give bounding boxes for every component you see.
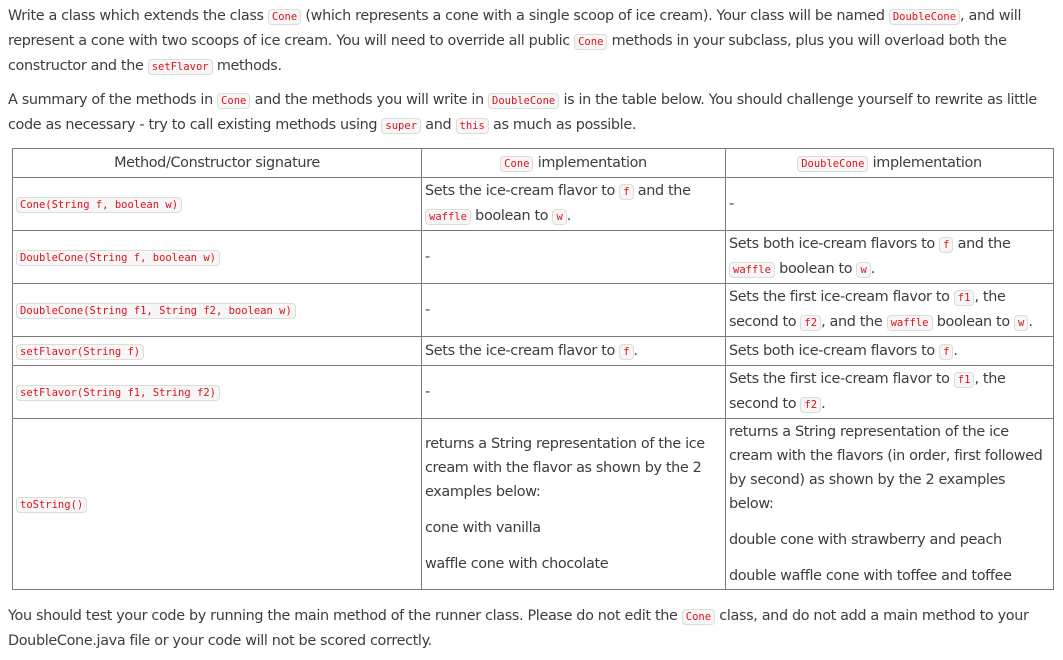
- doublecone-impl-cell: Sets both ice-cream flavors to f.: [725, 336, 1054, 366]
- doublecone-impl-cell: Sets both ice-cream flavors to f and the…: [725, 230, 1054, 284]
- code-cone: Cone: [267, 9, 302, 25]
- table-row: setFlavor(String f) Sets the ice-cream f…: [12, 336, 1054, 366]
- doublecone-impl-cell: Sets the first ice-cream flavor to f1, t…: [725, 365, 1054, 419]
- methods-summary-table: Method/Constructor signature Cone implem…: [12, 148, 1054, 590]
- code-setflavor: setFlavor: [147, 59, 213, 75]
- cone-impl-cell: Sets the ice-cream flavor to f.: [421, 336, 726, 366]
- example-output: double waffle cone with toffee and toffe…: [729, 568, 1012, 584]
- signature-cell: Cone(String f, boolean w): [12, 177, 422, 231]
- code-cone: Cone: [217, 93, 251, 109]
- table-row: toString() returns a String representati…: [12, 418, 1054, 590]
- cone-impl-cell: -: [421, 230, 726, 284]
- intro-paragraph-1: Write a class which extends the class Co…: [8, 8, 1022, 75]
- table-row: setFlavor(String f1, String f2) - Sets t…: [12, 365, 1054, 419]
- cone-impl-cell: -: [421, 283, 726, 337]
- cone-impl-cell: returns a String representation of the i…: [421, 418, 726, 590]
- code-cone: Cone: [574, 34, 608, 50]
- code-this: this: [455, 118, 489, 134]
- footer-paragraph: You should test your code by running the…: [8, 608, 1029, 649]
- signature-cell: setFlavor(String f1, String f2): [12, 365, 422, 419]
- doublecone-impl-cell: Sets the first ice-cream flavor to f1, t…: [725, 283, 1054, 337]
- header-cone-impl: Cone implementation: [421, 148, 726, 178]
- header-doublecone-impl: DoubleCone implementation: [725, 148, 1054, 178]
- code-super: super: [381, 118, 422, 134]
- example-output: cone with vanilla: [425, 520, 541, 536]
- example-output: double cone with strawberry and peach: [729, 532, 1002, 548]
- tostring-description: returns a String representation of the i…: [425, 436, 705, 500]
- cone-impl-cell: -: [421, 365, 726, 419]
- header-signature: Method/Constructor signature: [12, 148, 422, 178]
- doublecone-impl-cell: -: [725, 177, 1054, 231]
- table-row: DoubleCone(String f, boolean w) - Sets b…: [12, 230, 1054, 284]
- intro-paragraph-2: A summary of the methods in Cone and the…: [8, 92, 1037, 134]
- table-row: Cone(String f, boolean w) Sets the ice-c…: [12, 177, 1054, 231]
- example-output: waffle cone with chocolate: [425, 556, 609, 572]
- table-row: DoubleCone(String f1, String f2, boolean…: [12, 283, 1054, 337]
- signature-cell: DoubleCone(String f, boolean w): [12, 230, 422, 284]
- code-doublecone: DoubleCone: [488, 93, 560, 109]
- table-header-row: Method/Constructor signature Cone implem…: [12, 148, 1054, 178]
- tostring-description: returns a String representation of the i…: [729, 424, 1043, 512]
- code-cone: Cone: [681, 609, 716, 625]
- signature-cell: DoubleCone(String f1, String f2, boolean…: [12, 283, 422, 337]
- cone-impl-cell: Sets the ice-cream flavor to f and the w…: [421, 177, 726, 231]
- code-doublecone: DoubleCone: [888, 9, 961, 25]
- signature-cell: setFlavor(String f): [12, 336, 422, 366]
- signature-cell: toString(): [12, 418, 422, 590]
- doublecone-impl-cell: returns a String representation of the i…: [725, 418, 1054, 590]
